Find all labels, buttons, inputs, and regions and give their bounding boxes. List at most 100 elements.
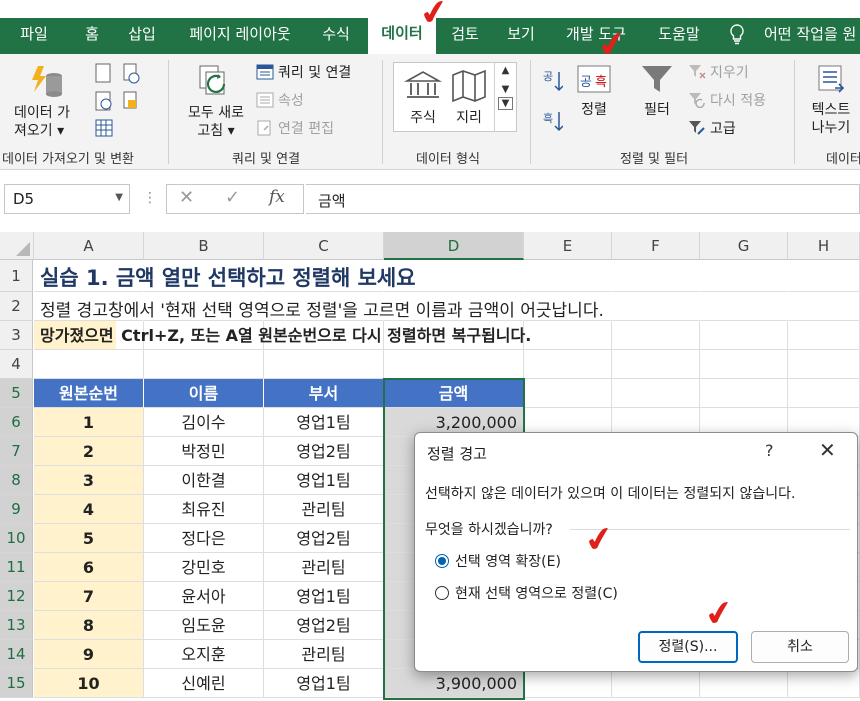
tab-page-layout[interactable]: 페이지 레이아웃: [174, 18, 306, 54]
table-header-cell[interactable]: 이름: [144, 379, 264, 408]
table-cell-seq[interactable]: 8: [34, 611, 144, 640]
queries-connections-button[interactable]: 쿼리 및 연결: [256, 62, 351, 82]
radio-selected-icon[interactable]: [435, 554, 449, 568]
formula-bar-resize-handle[interactable]: ⋮: [143, 190, 157, 206]
table-cell-seq[interactable]: 3: [34, 466, 144, 495]
table-cell-name[interactable]: 최유진: [144, 495, 264, 524]
grid-cell[interactable]: [700, 321, 788, 350]
name-box[interactable]: D5 ▼: [4, 184, 130, 214]
clear-filter-button[interactable]: 지우기: [688, 62, 749, 82]
lightbulb-icon[interactable]: [722, 18, 752, 54]
row-header-3[interactable]: 3: [0, 321, 33, 350]
cancel-button[interactable]: 취소: [751, 631, 849, 663]
row-header-5[interactable]: 5: [0, 379, 33, 408]
table-cell-dept[interactable]: 관리팀: [264, 553, 384, 582]
chevron-down-icon[interactable]: ▼: [115, 192, 123, 203]
table-cell-dept[interactable]: 관리팀: [264, 495, 384, 524]
grid-cell[interactable]: [788, 260, 860, 292]
table-cell-dept[interactable]: 영업2팀: [264, 524, 384, 553]
table-cell-dept[interactable]: 영업1팀: [264, 582, 384, 611]
gallery-scroll[interactable]: ▲ ▼ ▼: [494, 63, 516, 131]
row-header-2[interactable]: 2: [0, 292, 33, 321]
table-cell-dept[interactable]: 영업2팀: [264, 611, 384, 640]
column-header-e[interactable]: E: [524, 232, 612, 260]
table-cell-name[interactable]: 신예린: [144, 669, 264, 698]
table-cell-seq[interactable]: 10: [34, 669, 144, 698]
grid-cell[interactable]: [612, 669, 700, 698]
tab-formulas[interactable]: 수식: [310, 18, 362, 54]
grid-cell[interactable]: [524, 350, 612, 379]
gallery-down-icon[interactable]: ▼: [495, 84, 516, 95]
table-cell-dept[interactable]: 영업1팀: [264, 466, 384, 495]
table-cell-dept[interactable]: 영업2팀: [264, 437, 384, 466]
sort-desc-icon[interactable]: 흑: [540, 108, 564, 139]
tab-home[interactable]: 홈: [68, 18, 116, 54]
edit-links-button[interactable]: 연결 편집: [256, 118, 334, 138]
row-header-13[interactable]: 13: [0, 611, 33, 640]
properties-button[interactable]: 속성: [256, 90, 304, 110]
radio-expand-selection[interactable]: 선택 영역 확장(E): [435, 551, 561, 571]
row-header-8[interactable]: 8: [0, 466, 33, 495]
row-header-7[interactable]: 7: [0, 437, 33, 466]
table-cell-seq[interactable]: 1: [34, 408, 144, 437]
cancel-entry-icon[interactable]: ✕: [179, 187, 194, 208]
grid-cell[interactable]: [612, 379, 700, 408]
confirm-entry-icon[interactable]: ✓: [225, 187, 240, 208]
column-header-b[interactable]: B: [144, 232, 264, 260]
grid-cell[interactable]: [788, 669, 860, 698]
table-cell-seq[interactable]: 9: [34, 640, 144, 669]
select-all-corner[interactable]: [0, 232, 34, 260]
grid-cell[interactable]: [612, 350, 700, 379]
sheet-title[interactable]: 실습 1. 금액 열만 선택하고 정렬해 보세요: [40, 262, 416, 292]
column-header-g[interactable]: G: [700, 232, 788, 260]
table-cell-amount[interactable]: 3,900,000: [384, 669, 524, 698]
tab-review[interactable]: 검토: [442, 18, 488, 54]
row-header-9[interactable]: 9: [0, 495, 33, 524]
row-header-14[interactable]: 14: [0, 640, 33, 669]
grid-cell[interactable]: [524, 379, 612, 408]
table-cell-name[interactable]: 윤서아: [144, 582, 264, 611]
instruction-line-2[interactable]: 정렬 경고창에서 '현재 선택 영역으로 정렬'을 고르면 이름과 금액이 어긋…: [40, 296, 604, 321]
grid-cell[interactable]: [524, 669, 612, 698]
reapply-button[interactable]: 다시 적용: [688, 90, 766, 110]
grid-cell[interactable]: [788, 379, 860, 408]
radio-current-selection[interactable]: 현재 선택 영역으로 정렬(C): [435, 583, 618, 603]
sort-button[interactable]: 공흑 정렬: [574, 62, 614, 119]
table-header-cell[interactable]: 부서: [264, 379, 384, 408]
table-cell-dept[interactable]: 영업1팀: [264, 408, 384, 437]
sort-confirm-button[interactable]: 정렬(S)...: [638, 631, 738, 663]
table-cell-name[interactable]: 이한결: [144, 466, 264, 495]
row-header-11[interactable]: 11: [0, 553, 33, 582]
geography-button[interactable]: 지리: [440, 63, 498, 131]
grid-cell[interactable]: [700, 292, 788, 321]
insert-function-icon[interactable]: fx: [269, 187, 285, 207]
grid-cell[interactable]: [700, 350, 788, 379]
table-cell-seq[interactable]: 4: [34, 495, 144, 524]
table-cell-name[interactable]: 강민호: [144, 553, 264, 582]
close-icon[interactable]: ✕: [819, 438, 836, 462]
formula-input[interactable]: 금액: [306, 184, 860, 214]
help-button[interactable]: ?: [765, 441, 774, 460]
row-header-15[interactable]: 15: [0, 669, 33, 698]
tab-view[interactable]: 보기: [494, 18, 548, 54]
grid-cell[interactable]: [788, 292, 860, 321]
grid-cell[interactable]: [788, 350, 860, 379]
table-cell-name[interactable]: 임도윤: [144, 611, 264, 640]
row-header-12[interactable]: 12: [0, 582, 33, 611]
table-cell-dept[interactable]: 관리팀: [264, 640, 384, 669]
table-cell-name[interactable]: 정다은: [144, 524, 264, 553]
get-data-small-icons[interactable]: [94, 62, 144, 143]
sort-asc-icon[interactable]: 공: [540, 68, 564, 99]
refresh-all-icon[interactable]: [192, 62, 236, 107]
row-header-1[interactable]: 1: [0, 260, 33, 292]
tab-file[interactable]: 파일: [0, 18, 68, 54]
grid-cell[interactable]: [524, 260, 612, 292]
table-header-cell[interactable]: 금액: [384, 379, 524, 408]
table-cell-seq[interactable]: 5: [34, 524, 144, 553]
advanced-filter-button[interactable]: 고급: [688, 118, 736, 138]
get-data-button[interactable]: 데이터 가 져오기 ▾: [14, 104, 94, 140]
grid-cell[interactable]: [700, 669, 788, 698]
table-cell-seq[interactable]: 7: [34, 582, 144, 611]
table-cell-dept[interactable]: 영업1팀: [264, 669, 384, 698]
column-header-d[interactable]: D: [384, 232, 524, 260]
